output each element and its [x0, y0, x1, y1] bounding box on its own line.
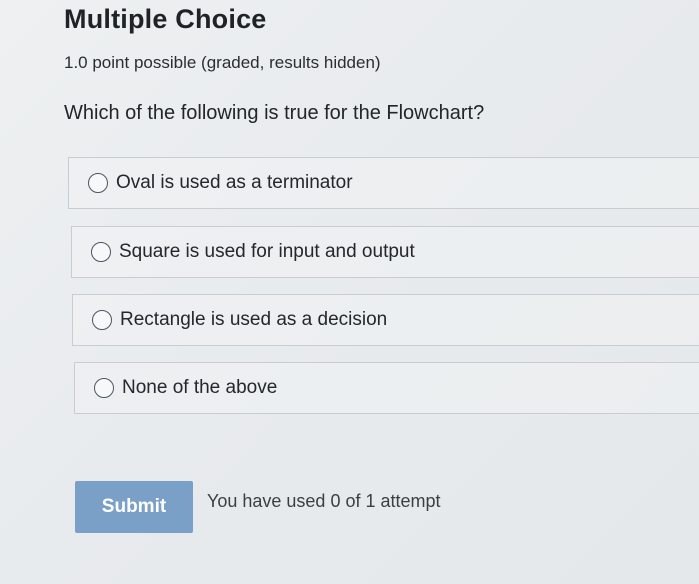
- choice-label: Square is used for input and output: [119, 241, 415, 262]
- choice-option-2[interactable]: Square is used for input and output: [71, 226, 699, 278]
- radio-button-icon[interactable]: [88, 173, 108, 193]
- choice-label: None of the above: [122, 377, 278, 398]
- choice-option-3[interactable]: Rectangle is used as a decision: [72, 294, 699, 346]
- radio-button-icon[interactable]: [94, 378, 114, 398]
- choice-option-4[interactable]: None of the above: [74, 362, 699, 414]
- submit-button[interactable]: Submit: [75, 481, 193, 533]
- choice-label: Oval is used as a terminator: [116, 172, 353, 193]
- radio-button-icon[interactable]: [92, 310, 112, 330]
- problem-container: Multiple Choice 1.0 point possible (grad…: [0, 0, 699, 584]
- radio-button-icon[interactable]: [91, 242, 111, 262]
- choice-option-1[interactable]: Oval is used as a terminator: [68, 157, 699, 209]
- choice-label: Rectangle is used as a decision: [120, 309, 388, 330]
- attempts-info: You have used 0 of 1 attempt: [207, 491, 441, 511]
